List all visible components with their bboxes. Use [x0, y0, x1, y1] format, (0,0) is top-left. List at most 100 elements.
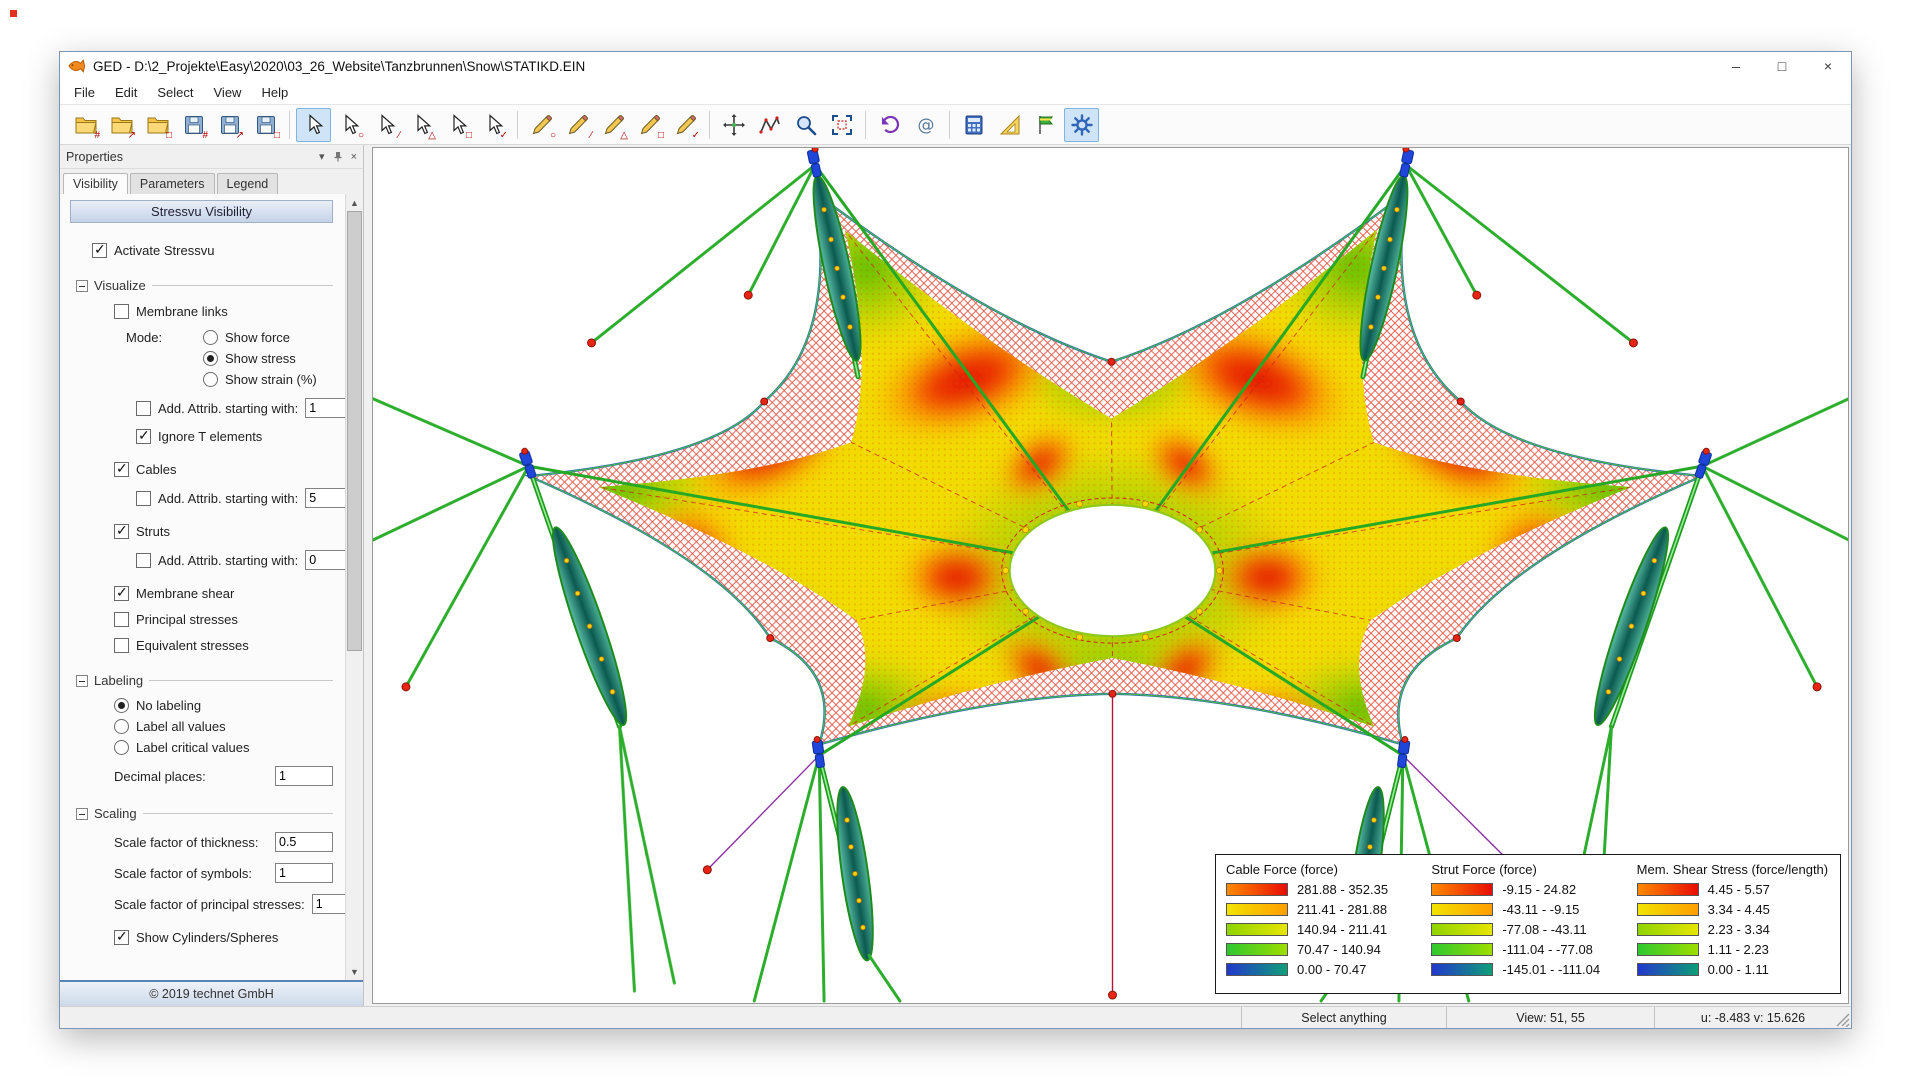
draw-quads-button[interactable]: □ [632, 108, 667, 142]
panel-tabs: Visibility Parameters Legend [60, 169, 363, 194]
legend-range: 2.23 - 3.34 [1708, 922, 1770, 937]
status-message: Select anything [1241, 1007, 1446, 1028]
save-drawing-button[interactable]: ↗ [212, 108, 247, 142]
decimal-places-input[interactable] [275, 766, 333, 786]
section-visualize-title: Visualize [94, 278, 146, 293]
model-canvas[interactable]: Cable Force (force)281.88 - 352.35211.41… [372, 147, 1849, 1004]
setsquare-icon [998, 113, 1022, 137]
legend-row: 2.23 - 3.34 [1637, 922, 1830, 937]
select-quads-button[interactable]: □ [440, 108, 475, 142]
add-attrib-membrane-checkbox[interactable] [136, 401, 151, 416]
select-points-button[interactable]: ○ [332, 108, 367, 142]
membrane-links-checkbox[interactable] [114, 304, 129, 319]
legend-range: 140.94 - 211.41 [1297, 922, 1387, 937]
collapse-icon[interactable] [76, 808, 88, 820]
menu-edit[interactable]: Edit [105, 82, 147, 103]
maximize-button[interactable]: □ [1759, 52, 1805, 80]
membrane-shear-checkbox[interactable] [114, 586, 129, 601]
close-button[interactable]: × [1805, 52, 1851, 80]
collapse-icon[interactable] [76, 280, 88, 292]
title-bar[interactable]: GED - D:\2_Projekte\Easy\2020\03_26_Webs… [60, 52, 1851, 80]
menu-view[interactable]: View [204, 82, 252, 103]
select-edges-button[interactable]: ∕ [368, 108, 403, 142]
panel-scrollbar[interactable]: ▲ ▼ [345, 194, 363, 980]
show-force-radio[interactable] [203, 330, 218, 345]
scale-thickness-input[interactable] [275, 832, 333, 852]
redo-button[interactable] [908, 108, 943, 142]
cables-checkbox[interactable] [114, 462, 129, 477]
scale-symbols-input[interactable] [275, 863, 333, 883]
activate-stressvu-checkbox[interactable] [92, 243, 107, 258]
section-labeling: Labeling [76, 673, 333, 688]
select-pointer-button[interactable] [296, 108, 331, 142]
label-all-values-radio[interactable] [114, 719, 129, 734]
show-strain-radio[interactable] [203, 372, 218, 387]
set-square-button[interactable] [992, 108, 1027, 142]
legend-panel: Cable Force (force)281.88 - 352.35211.41… [1215, 854, 1841, 994]
menu-help[interactable]: Help [251, 82, 298, 103]
menu-select[interactable]: Select [147, 82, 203, 103]
legend-color-bar [1637, 943, 1699, 956]
panel-header[interactable]: Properties ▾ × [60, 145, 363, 169]
select-triangles-button[interactable]: △ [404, 108, 439, 142]
save-file-button[interactable]: □ [248, 108, 283, 142]
toolbar-separator [949, 111, 950, 139]
chevron-down-icon[interactable]: ▾ [319, 150, 325, 163]
legend-color-bar [1226, 883, 1288, 896]
tab-visibility[interactable]: Visibility [63, 173, 128, 195]
legend-range: -77.08 - -43.11 [1502, 922, 1586, 937]
window-title: GED - D:\2_Projekte\Easy\2020\03_26_Webs… [93, 59, 585, 74]
menu-file[interactable]: File [64, 82, 105, 103]
open-project-button[interactable]: # [68, 108, 103, 142]
tab-parameters[interactable]: Parameters [130, 173, 215, 194]
show-cylinders-checkbox[interactable] [114, 930, 129, 945]
tool-variant-glyph: ∕ [398, 131, 400, 141]
draw-edges-button[interactable]: ∕ [560, 108, 595, 142]
no-labeling-radio[interactable] [114, 698, 129, 713]
tab-legend[interactable]: Legend [217, 173, 279, 194]
zoom-button[interactable] [788, 108, 823, 142]
tool-variant-glyph: △ [620, 131, 628, 141]
ignore-t-elements-checkbox[interactable] [136, 429, 151, 444]
center-tie-down [1109, 697, 1117, 999]
calculator-button[interactable] [956, 108, 991, 142]
close-panel-icon[interactable]: × [351, 151, 357, 163]
open-file-button[interactable]: □ [140, 108, 175, 142]
legend-range: 3.34 - 4.45 [1708, 902, 1770, 917]
canvas-area: Cable Force (force)281.88 - 352.35211.41… [364, 145, 1851, 1006]
scroll-up-arrow[interactable]: ▲ [346, 194, 363, 211]
settings-button[interactable] [1064, 108, 1099, 142]
tool-variant-glyph: ○ [550, 131, 556, 141]
status-bar: Select anything View: 51, 55 u: -8.483 v… [60, 1006, 1851, 1028]
scroll-thumb[interactable] [347, 211, 362, 651]
equivalent-stresses-checkbox[interactable] [114, 638, 129, 653]
frame-icon [830, 113, 854, 137]
legend-row: -43.11 - -9.15 [1431, 902, 1624, 917]
resize-grip[interactable] [1836, 1013, 1850, 1027]
principal-stresses-checkbox[interactable] [114, 612, 129, 627]
pin-icon[interactable] [333, 151, 343, 162]
legend-range: -9.15 - 24.82 [1502, 882, 1576, 897]
add-attrib-struts-checkbox[interactable] [136, 553, 151, 568]
move-view-button[interactable] [716, 108, 751, 142]
flag-icon [1034, 113, 1058, 137]
undo-button[interactable] [872, 108, 907, 142]
struts-checkbox[interactable] [114, 524, 129, 539]
save-project-button[interactable]: # [176, 108, 211, 142]
draw-triangles-button[interactable]: △ [596, 108, 631, 142]
add-attrib-cables-checkbox[interactable] [136, 491, 151, 506]
draw-points-button[interactable]: ○ [524, 108, 559, 142]
zoom-extents-button[interactable] [824, 108, 859, 142]
minimize-button[interactable]: – [1713, 52, 1759, 80]
show-stress-radio[interactable] [203, 351, 218, 366]
open-drawing-button[interactable]: ↗ [104, 108, 139, 142]
draw-check-button[interactable]: ✓ [668, 108, 703, 142]
measure-polyline-button[interactable] [752, 108, 787, 142]
flag-button[interactable] [1028, 108, 1063, 142]
legend-color-bar [1431, 963, 1493, 976]
legend-color-bar [1226, 963, 1288, 976]
select-polylines-button[interactable]: ✓ [476, 108, 511, 142]
collapse-icon[interactable] [76, 675, 88, 687]
scroll-down-arrow[interactable]: ▼ [346, 963, 363, 980]
label-critical-values-radio[interactable] [114, 740, 129, 755]
